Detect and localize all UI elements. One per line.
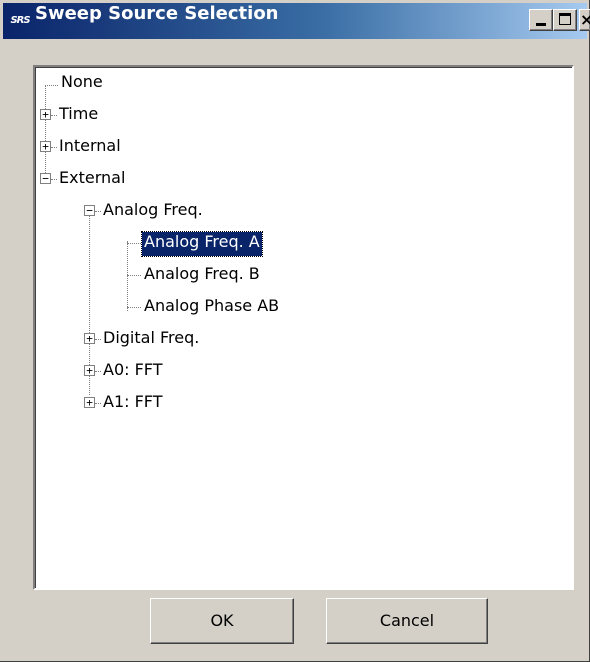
tree-item-label: Analog Freq. B — [144, 264, 260, 283]
tree-item-none[interactable]: None — [35, 69, 335, 97]
tree-item-label: Digital Freq. — [103, 328, 200, 347]
collapse-icon[interactable]: − — [40, 173, 51, 184]
maximize-icon — [559, 13, 571, 25]
tree-connector — [127, 243, 141, 244]
tree-connector — [127, 275, 141, 276]
tree-item-analog-phase-ab[interactable]: Analog Phase AB — [35, 293, 395, 321]
expand-icon[interactable]: + — [84, 365, 95, 376]
tree-item-internal[interactable]: + Internal — [35, 133, 335, 161]
tree-item-label: None — [61, 72, 103, 91]
tree-connector — [127, 307, 141, 308]
tree-item-label: External — [59, 168, 126, 187]
tree-item-label: A1: FFT — [103, 392, 163, 411]
expand-icon[interactable]: + — [40, 109, 51, 120]
tree-item-label: Analog Freq. A — [141, 231, 263, 257]
srs-app-icon: SRS — [10, 15, 30, 26]
tree-item-analog-freq-b[interactable]: Analog Freq. B — [35, 261, 395, 289]
minimize-icon — [536, 23, 546, 26]
expand-icon[interactable]: + — [84, 333, 95, 344]
expand-icon[interactable]: + — [84, 397, 95, 408]
expand-icon[interactable]: + — [40, 141, 51, 152]
collapse-icon[interactable]: − — [84, 205, 95, 216]
tree-item-label: A0: FFT — [103, 360, 163, 379]
ok-button[interactable]: OK — [150, 598, 294, 644]
cancel-button[interactable]: Cancel — [326, 598, 488, 644]
title-bar[interactable]: SRS Sweep Source Selection × — [3, 3, 590, 39]
minimize-button[interactable] — [529, 9, 553, 31]
tree-item-digital-freq[interactable]: + Digital Freq. — [35, 325, 395, 353]
tree-item-label: Analog Freq. — [103, 200, 203, 219]
tree-item-analog-freq-a[interactable]: Analog Freq. A — [35, 229, 395, 257]
close-icon: × — [580, 10, 590, 29]
source-tree[interactable]: None + Time + Internal − External − Anal… — [33, 65, 574, 590]
tree-item-label: Analog Phase AB — [144, 296, 280, 315]
window-title: Sweep Source Selection — [35, 3, 279, 24]
tree-item-external[interactable]: − External — [35, 165, 335, 193]
tree-item-time[interactable]: + Time — [35, 101, 335, 129]
tree-item-a1-fft[interactable]: + A1: FFT — [35, 389, 395, 417]
dialog-window: SRS Sweep Source Selection × None + Time… — [0, 0, 590, 662]
tree-item-a0-fft[interactable]: + A0: FFT — [35, 357, 395, 385]
close-button[interactable]: × — [579, 9, 590, 31]
tree-item-label: Time — [59, 104, 99, 123]
maximize-button[interactable] — [553, 9, 577, 31]
tree-item-analog-freq[interactable]: − Analog Freq. — [35, 197, 395, 225]
tree-item-label: Internal — [59, 136, 121, 155]
